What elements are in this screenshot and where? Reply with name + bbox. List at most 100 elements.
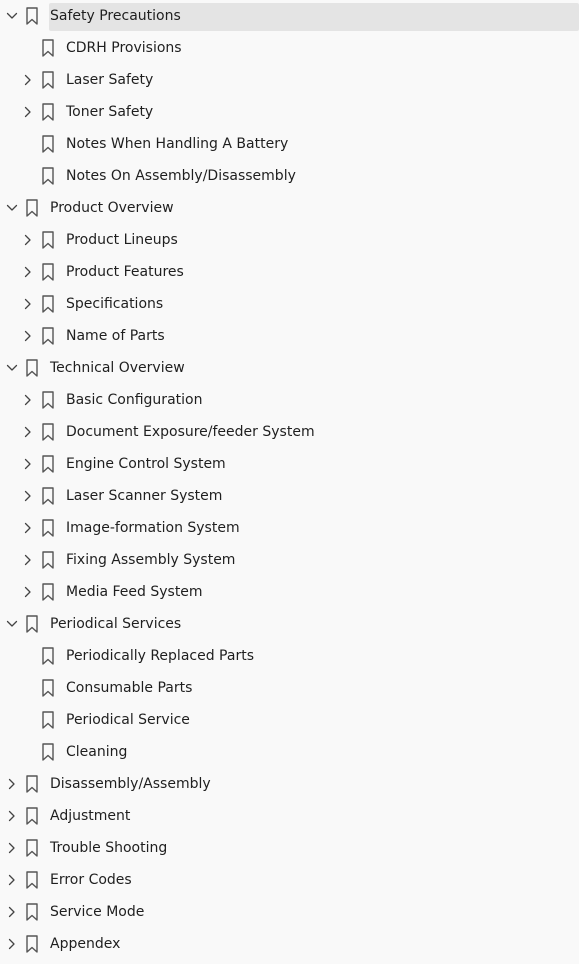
bookmark-label: Technical Overview <box>50 360 185 376</box>
bookmark-item-product-features[interactable]: Product Features <box>0 256 579 288</box>
bookmark-item-fixing-assembly-system[interactable]: Fixing Assembly System <box>0 544 579 576</box>
bookmark-item-document-exposure-feeder-system[interactable]: Document Exposure/feeder System <box>0 416 579 448</box>
chevron-right-icon[interactable] <box>22 330 34 342</box>
bookmark-item-laser-safety[interactable]: Laser Safety <box>0 64 579 96</box>
chevron-right-icon[interactable] <box>22 554 34 566</box>
bookmark-label: Periodically Replaced Parts <box>66 648 254 664</box>
bookmark-item-engine-control-system[interactable]: Engine Control System <box>0 448 579 480</box>
bookmark-icon <box>42 39 54 57</box>
bookmark-icon <box>42 327 54 345</box>
bookmark-item-image-formation-system[interactable]: Image-formation System <box>0 512 579 544</box>
bookmark-item-product-overview[interactable]: Product Overview <box>0 192 579 224</box>
bookmark-icon <box>26 199 38 217</box>
bookmark-icon <box>42 135 54 153</box>
bookmark-item-cdrh-provisions[interactable]: CDRH Provisions <box>0 32 579 64</box>
bookmark-item-periodical-service[interactable]: Periodical Service <box>0 704 579 736</box>
chevron-right-icon[interactable] <box>22 586 34 598</box>
chevron-right-icon[interactable] <box>22 426 34 438</box>
chevron-right-icon[interactable] <box>22 490 34 502</box>
bookmark-label: Adjustment <box>50 808 131 824</box>
chevron-down-icon[interactable] <box>6 10 18 22</box>
bookmark-item-notes-on-assembly-disassembly[interactable]: Notes On Assembly/Disassembly <box>0 160 579 192</box>
bookmark-item-periodically-replaced-parts[interactable]: Periodically Replaced Parts <box>0 640 579 672</box>
bookmark-icon <box>42 679 54 697</box>
bookmark-label: Document Exposure/feeder System <box>66 424 315 440</box>
bookmark-item-safety-precautions[interactable]: Safety Precautions <box>0 0 579 32</box>
chevron-right-icon[interactable] <box>6 906 18 918</box>
chevron-right-icon[interactable] <box>6 810 18 822</box>
bookmark-label: Image-formation System <box>66 520 240 536</box>
chevron-right-icon[interactable] <box>22 394 34 406</box>
bookmark-item-toner-safety[interactable]: Toner Safety <box>0 96 579 128</box>
chevron-right-icon[interactable] <box>22 298 34 310</box>
chevron-down-icon[interactable] <box>6 618 18 630</box>
bookmark-item-media-feed-system[interactable]: Media Feed System <box>0 576 579 608</box>
bookmark-label: Trouble Shooting <box>50 840 168 856</box>
bookmark-label: Service Mode <box>50 904 145 920</box>
chevron-right-icon[interactable] <box>22 74 34 86</box>
bookmark-item-disassembly-assembly[interactable]: Disassembly/Assembly <box>0 768 579 800</box>
chevron-right-icon[interactable] <box>6 874 18 886</box>
bookmark-label: Product Features <box>66 264 184 280</box>
bookmark-icon <box>42 647 54 665</box>
chevron-right-icon[interactable] <box>22 266 34 278</box>
bookmark-icon <box>42 103 54 121</box>
bookmark-icon <box>26 359 38 377</box>
bookmark-label: Name of Parts <box>66 328 165 344</box>
bookmark-item-basic-configuration[interactable]: Basic Configuration <box>0 384 579 416</box>
bookmark-icon <box>26 615 38 633</box>
chevron-right-icon[interactable] <box>6 938 18 950</box>
chevron-right-icon[interactable] <box>6 842 18 854</box>
bookmark-label: Periodical Service <box>66 712 190 728</box>
bookmark-label: Toner Safety <box>66 104 154 120</box>
bookmark-item-trouble-shooting[interactable]: Trouble Shooting <box>0 832 579 864</box>
bookmark-item-product-lineups[interactable]: Product Lineups <box>0 224 579 256</box>
bookmark-label: Safety Precautions <box>50 8 181 24</box>
bookmark-icon <box>26 775 38 793</box>
bookmark-icon <box>26 839 38 857</box>
bookmark-item-error-codes[interactable]: Error Codes <box>0 864 579 896</box>
bookmark-icon <box>42 391 54 409</box>
bookmark-item-adjustment[interactable]: Adjustment <box>0 800 579 832</box>
chevron-right-icon[interactable] <box>22 234 34 246</box>
bookmark-item-periodical-services[interactable]: Periodical Services <box>0 608 579 640</box>
bookmark-label: Specifications <box>66 296 164 312</box>
bookmark-label: Notes On Assembly/Disassembly <box>66 168 296 184</box>
bookmark-item-cleaning[interactable]: Cleaning <box>0 736 579 768</box>
bookmark-icon <box>26 903 38 921</box>
bookmark-icon <box>42 167 54 185</box>
bookmark-label: Product Overview <box>50 200 174 216</box>
chevron-down-icon[interactable] <box>6 362 18 374</box>
bookmark-item-name-of-parts[interactable]: Name of Parts <box>0 320 579 352</box>
bookmark-icon <box>42 519 54 537</box>
bookmark-label: Engine Control System <box>66 456 226 472</box>
bookmark-item-technical-overview[interactable]: Technical Overview <box>0 352 579 384</box>
bookmark-tree: Safety Precautions CDRH Provisions Laser S… <box>0 0 579 960</box>
chevron-down-icon[interactable] <box>6 202 18 214</box>
chevron-right-icon[interactable] <box>22 106 34 118</box>
bookmark-icon <box>42 455 54 473</box>
bookmark-item-laser-scanner-system[interactable]: Laser Scanner System <box>0 480 579 512</box>
bookmark-icon <box>42 743 54 761</box>
bookmark-item-specifications[interactable]: Specifications <box>0 288 579 320</box>
bookmark-label: Laser Scanner System <box>66 488 223 504</box>
chevron-right-icon[interactable] <box>22 458 34 470</box>
bookmark-item-appendex[interactable]: Appendex <box>0 928 579 960</box>
bookmark-item-notes-when-handling-a-battery[interactable]: Notes When Handling A Battery <box>0 128 579 160</box>
bookmark-label: Notes When Handling A Battery <box>66 136 289 152</box>
bookmark-icon <box>26 7 38 25</box>
bookmark-label: Periodical Services <box>50 616 182 632</box>
bookmark-label: Error Codes <box>50 872 132 888</box>
bookmark-icon <box>42 263 54 281</box>
bookmark-label: Appendex <box>50 936 121 952</box>
bookmark-label: Disassembly/Assembly <box>50 776 211 792</box>
bookmark-label: CDRH Provisions <box>66 40 182 56</box>
chevron-right-icon[interactable] <box>6 778 18 790</box>
chevron-right-icon[interactable] <box>22 522 34 534</box>
bookmark-item-consumable-parts[interactable]: Consumable Parts <box>0 672 579 704</box>
bookmark-icon <box>26 871 38 889</box>
bookmark-icon <box>26 935 38 953</box>
bookmark-item-service-mode[interactable]: Service Mode <box>0 896 579 928</box>
bookmark-icon <box>26 807 38 825</box>
bookmark-label: Consumable Parts <box>66 680 193 696</box>
